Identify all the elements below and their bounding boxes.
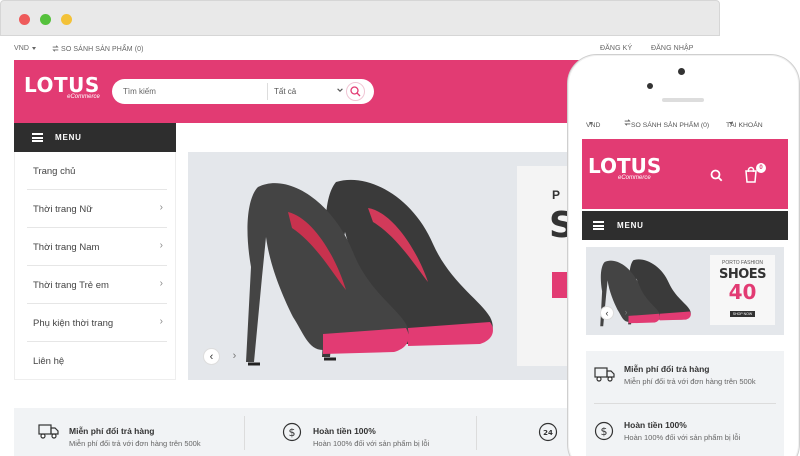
compare-icon (624, 119, 631, 126)
feature-divider (594, 403, 776, 404)
chevron-right-icon: › (159, 278, 163, 289)
menu-toggle[interactable]: MENU (14, 123, 176, 152)
proximity-sensor (647, 83, 653, 89)
search-bar: Tìm kiếm Tất cả (112, 79, 374, 104)
mobile-feature-list: Miễn phí đổi trả hàng Miễn phí đổi trả v… (586, 351, 784, 456)
caret-down-icon (32, 46, 37, 50)
svg-text:$: $ (601, 425, 608, 438)
mobile-feature-refund: $ Hoàn tiền 100% Hoàn 100% đối với sản p… (586, 407, 784, 456)
mobile-utility-bar: VND SO SÁNH SẢN PHẨM (0) TÀI KHOẢN (582, 116, 788, 134)
feature-divider (476, 416, 477, 450)
chevron-right-icon: › (159, 316, 163, 327)
feature-support: 24 (478, 408, 568, 456)
mobile-header: LOTUS eCommerce 0 (582, 139, 788, 209)
menu-item-contact[interactable]: Liên hệ (27, 342, 167, 380)
login-link[interactable]: ĐĂNG NHẬP (651, 45, 694, 52)
browser-titlebar (0, 0, 720, 36)
menu-item-kids[interactable]: Thời trang Trẻ em › (27, 266, 167, 304)
search-icon[interactable] (710, 169, 723, 182)
cart-count-badge: 0 (756, 163, 766, 173)
compare-icon (52, 45, 59, 52)
menu-item-home[interactable]: Trang chủ (27, 152, 167, 190)
svg-text:$: $ (289, 426, 296, 439)
mobile-feature-free-return: Miễn phí đổi trả hàng Miễn phí đổi trả v… (586, 351, 784, 404)
mobile-menu-toggle[interactable]: MENU (582, 211, 788, 240)
menu-item-men[interactable]: Thời trang Nam › (27, 228, 167, 266)
chevron-right-icon: › (159, 202, 163, 213)
support-24-icon: 24 (538, 422, 558, 442)
compare-link[interactable]: SO SÁNH SẢN PHẨM (0) (52, 45, 144, 53)
feature-free-return: Miễn phí đổi trả hàng Miễn phí đổi trả v… (14, 408, 242, 456)
mobile-promo-card: PORTO FASHION SHOES 40 SHOP NOW (710, 255, 775, 325)
caret-down-icon (729, 122, 733, 125)
search-divider (267, 83, 268, 100)
shoes-image (246, 179, 493, 366)
close-window-button[interactable] (19, 14, 30, 25)
truck-icon (594, 367, 615, 382)
mobile-hero-banner[interactable]: PORTO FASHION SHOES 40 SHOP NOW ‹ › (586, 247, 784, 335)
dollar-icon: $ (594, 421, 614, 441)
feature-divider (244, 416, 245, 450)
promo-brand: PORTO FASHION (722, 260, 763, 266)
shop-now-button[interactable]: SHOP NOW (729, 311, 756, 317)
currency-selector[interactable]: VND (14, 45, 37, 52)
category-menu: Trang chủ Thời trang Nữ › Thời trang Nam… (14, 152, 176, 380)
mobile-compare-link[interactable]: SO SÁNH SẢN PHẨM (0) (624, 119, 709, 129)
mobile-slider-next-button[interactable]: › (619, 306, 633, 320)
hamburger-icon (593, 221, 604, 230)
caret-down-icon (589, 122, 593, 125)
truck-icon (38, 424, 59, 439)
feature-refund: $ Hoàn tiền 100% Hoàn 100% đối với sản p… (246, 408, 474, 456)
slider-next-button[interactable]: › (226, 348, 243, 365)
register-link[interactable]: ĐĂNG KÝ (600, 45, 632, 52)
front-camera (678, 68, 685, 75)
promo-label: P (552, 188, 561, 202)
dollar-icon: $ (282, 422, 302, 442)
mobile-logo[interactable]: LOTUS eCommerce (588, 156, 661, 181)
mobile-slider-prev-button[interactable]: ‹ (600, 306, 614, 320)
svg-text:24: 24 (543, 429, 553, 437)
mobile-screen: VND SO SÁNH SẢN PHẨM (0) TÀI KHOẢN LOTUS… (582, 108, 788, 456)
search-icon (350, 86, 361, 97)
phone-speaker (662, 98, 704, 102)
search-button[interactable] (346, 82, 365, 101)
promo-discount: 40 (728, 280, 757, 304)
search-input[interactable]: Tìm kiếm (123, 87, 156, 96)
menu-item-women[interactable]: Thời trang Nữ › (27, 190, 167, 228)
shoes-image (600, 259, 691, 327)
site-logo[interactable]: LOTUS eCommerce (24, 75, 100, 100)
maximize-window-button[interactable] (40, 14, 51, 25)
chevron-down-icon (337, 88, 343, 92)
phone-mockup: VND SO SÁNH SẢN PHẨM (0) TÀI KHOẢN LOTUS… (567, 54, 800, 456)
slider-prev-button[interactable]: ‹ (203, 348, 220, 365)
minimize-window-button[interactable] (61, 14, 72, 25)
chevron-right-icon: › (159, 240, 163, 251)
category-select[interactable]: Tất cả (274, 87, 296, 96)
menu-item-accessories[interactable]: Phụ kiện thời trang › (27, 304, 167, 342)
hamburger-icon (32, 133, 43, 142)
